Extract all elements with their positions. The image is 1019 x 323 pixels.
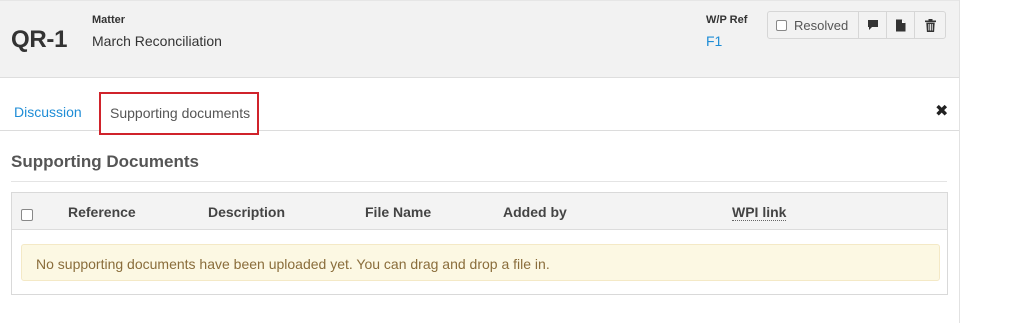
tab-supporting-documents-label: Supporting documents	[110, 105, 251, 121]
header-toolbar: Resolved	[767, 11, 947, 39]
document-button[interactable]	[887, 12, 916, 38]
column-added-by[interactable]: Added by	[503, 204, 567, 220]
table-header-row: Reference Description File Name Added by…	[12, 193, 947, 230]
tab-supporting-documents[interactable]: Supporting documents	[99, 92, 259, 135]
select-all-checkbox[interactable]	[21, 209, 33, 221]
delete-button[interactable]	[915, 12, 945, 38]
issue-panel: QR-1 Matter March Reconciliation W/P Ref…	[0, 0, 960, 323]
resolved-label: Resolved	[794, 17, 849, 33]
column-reference[interactable]: Reference	[68, 204, 136, 220]
wp-ref-link[interactable]: F1	[706, 33, 722, 49]
tab-bar: Discussion Supporting documents ✖	[0, 78, 959, 135]
document-icon	[896, 19, 906, 31]
section-title: Supporting Documents	[11, 152, 199, 171]
column-wpi-link[interactable]: WPI link	[732, 204, 787, 221]
documents-table: Reference Description File Name Added by…	[11, 192, 948, 295]
wp-ref-label: W/P Ref	[706, 14, 748, 26]
resolved-toggle[interactable]: Resolved	[768, 12, 860, 38]
section-divider	[11, 181, 947, 182]
empty-state-message: No supporting documents have been upload…	[36, 256, 550, 272]
issue-header: QR-1 Matter March Reconciliation W/P Ref…	[0, 0, 959, 78]
empty-state-alert: No supporting documents have been upload…	[21, 244, 940, 281]
comment-button[interactable]	[859, 12, 888, 38]
issue-code: QR-1	[11, 26, 68, 53]
comment-icon	[867, 20, 878, 30]
matter-label: Matter	[92, 14, 126, 26]
resolved-checkbox[interactable]	[776, 19, 787, 31]
close-icon[interactable]: ✖	[935, 101, 948, 121]
tab-discussion[interactable]: Discussion	[14, 104, 82, 120]
matter-value: March Reconciliation	[92, 33, 222, 49]
column-description[interactable]: Description	[208, 204, 285, 220]
column-file-name[interactable]: File Name	[365, 204, 431, 220]
trash-icon	[924, 18, 936, 32]
